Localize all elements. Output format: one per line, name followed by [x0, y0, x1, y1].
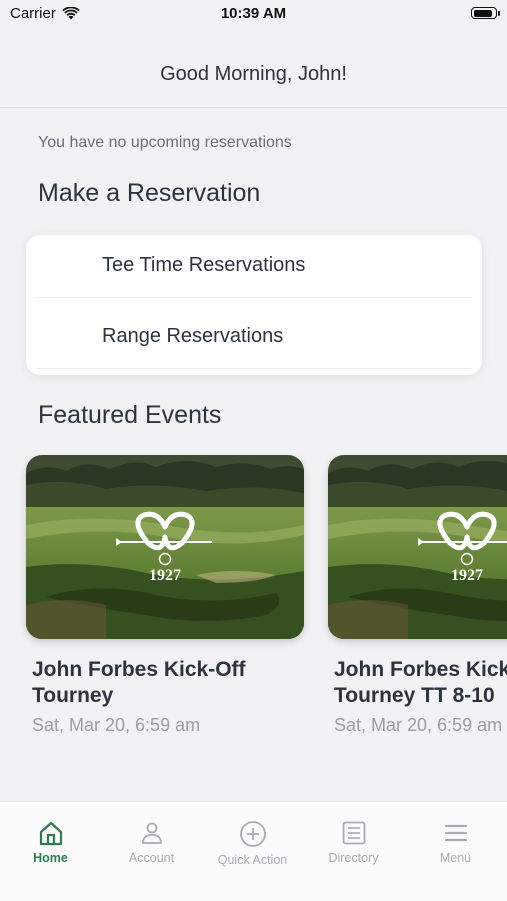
tab-menu-label: Menu [439, 851, 472, 865]
featured-events-title: Featured Events [38, 401, 222, 429]
event-card[interactable]: 1927 John Forbes Kick-Off Tourney Sat, M… [26, 455, 304, 736]
tab-quick-action[interactable]: Quick Action [202, 820, 303, 867]
status-time: 10:39 AM [220, 5, 287, 22]
header: Good Morning, John! [0, 30, 507, 108]
greeting-title: Good Morning, John! [160, 63, 347, 85]
make-reservation-title: Make a Reservation [38, 179, 261, 207]
event-title[interactable]: John Forbes Kick-Off Tourney [32, 657, 292, 709]
list-icon [342, 821, 365, 845]
divider [36, 368, 472, 369]
divider [36, 297, 472, 298]
range-reservations-button[interactable]: Range Reservations [26, 306, 482, 368]
tab-directory[interactable]: Directory [303, 820, 404, 865]
featured-events-carousel[interactable]: 1927 John Forbes Kick-Off Tourney Sat, M… [0, 455, 507, 755]
event-date: Sat, Mar 20, 6:59 am [334, 715, 503, 735]
battery-fill [473, 9, 492, 17]
tab-menu[interactable]: Menu [405, 820, 506, 865]
logo-year: 1927 [451, 567, 483, 584]
plus-circle-icon [239, 821, 266, 847]
tee-time-reservations-button[interactable]: Tee Time Reservations [26, 235, 482, 297]
club-logo-icon: 1927 [116, 511, 212, 584]
logo-year: 1927 [149, 567, 181, 584]
tab-quick-action-label: Quick Action [217, 853, 288, 867]
tab-home[interactable]: Home [0, 820, 101, 865]
event-image[interactable]: 1927 [26, 455, 304, 639]
home-icon [39, 821, 62, 846]
club-logo-icon: 1927 [418, 511, 507, 584]
reservation-card: Tee Time Reservations Range Reservations [26, 235, 482, 375]
event-image[interactable]: 1927 [328, 455, 507, 639]
event-card[interactable]: 1927 John Forbes Kick Tourney TT 8-10 Sa… [328, 455, 507, 736]
tab-account[interactable]: Account [101, 820, 202, 865]
hamburger-icon [444, 824, 467, 842]
person-icon [141, 822, 162, 844]
tab-account-label: Account [128, 851, 175, 865]
tab-home-label: Home [33, 851, 68, 865]
no-reservations-message: You have no upcoming reservations [38, 134, 292, 151]
event-title[interactable]: John Forbes Kick Tourney TT 8-10 [334, 657, 507, 709]
battery-icon [471, 7, 500, 19]
tab-bar: Home Account Quick Action Directory Menu [0, 801, 507, 901]
event-date: Sat, Mar 20, 6:59 am [32, 715, 201, 735]
tee-time-reservations-label: Tee Time Reservations [102, 254, 306, 276]
tab-directory-label: Directory [328, 851, 379, 865]
range-reservations-label: Range Reservations [102, 325, 284, 347]
status-bar: Carrier 10:39 AM [0, 0, 507, 30]
